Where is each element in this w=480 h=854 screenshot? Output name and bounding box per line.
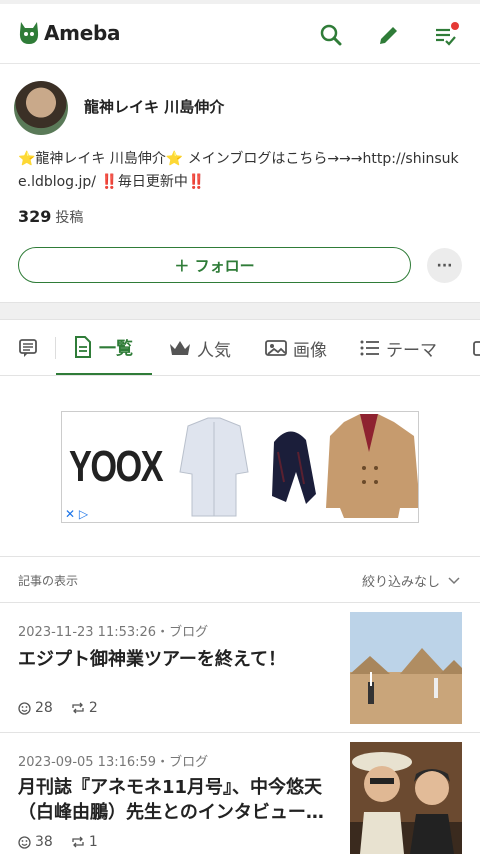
more-options-button[interactable]: ···	[427, 248, 462, 283]
tab-list-label: 一覧	[99, 339, 133, 359]
filter-dropdown[interactable]: 絞り込みなし	[362, 571, 460, 590]
avatar[interactable]	[14, 81, 68, 135]
checklist-icon[interactable]	[433, 22, 459, 48]
likes-count: 38	[35, 834, 53, 850]
post-count-unit: 投稿	[55, 210, 84, 226]
app-header: Ameba	[0, 0, 480, 64]
crown-icon	[169, 339, 191, 357]
filter-label: 記事の表示	[18, 574, 79, 588]
ameba-mascot-icon	[19, 22, 39, 44]
ad-banner[interactable]: YOOX ✕ ▷	[61, 411, 419, 523]
ad-choices-icon[interactable]: ✕ ▷	[65, 507, 88, 521]
post-stats: 28 2	[18, 700, 116, 716]
tab-images[interactable]: 画像	[265, 320, 327, 375]
post-item[interactable]: 2023-11-23 11:53:26・ブログ エジプト御神業ツアーを終えて！ …	[0, 603, 480, 733]
tab-popular[interactable]: 人気	[169, 320, 231, 375]
chevron-down-icon	[448, 576, 460, 584]
post-item[interactable]: 2023-09-05 13:16:59・ブログ 月刊誌『アネモネ11月号』、中今…	[0, 733, 480, 854]
tab-themes-label: テーマ	[386, 340, 437, 361]
tab-bar: 一覧 人気 画像 テーマ	[0, 320, 480, 376]
likes[interactable]: 28	[18, 700, 53, 716]
document-icon	[73, 335, 93, 358]
post-stats: 38 1	[18, 834, 116, 850]
ad-section: YOOX ✕ ▷	[0, 376, 480, 557]
reblogs[interactable]: 2	[71, 700, 98, 716]
message-icon	[18, 338, 38, 358]
post-meta: 2023-11-23 11:53:26・ブログ	[18, 625, 209, 640]
tab-themes[interactable]: テーマ	[360, 320, 437, 375]
tab-message[interactable]	[18, 320, 44, 375]
ameba-logo[interactable]: Ameba	[18, 20, 121, 46]
interview-photo	[350, 742, 462, 854]
list-icon	[360, 340, 380, 356]
post-count-value: 329	[18, 207, 52, 226]
post-thumbnail[interactable]	[350, 742, 462, 854]
notification-dot	[451, 22, 459, 30]
reblogs-count: 2	[88, 700, 98, 716]
filter-value: 絞り込みなし	[361, 575, 440, 590]
image-icon	[265, 339, 287, 357]
reblogs-count: 1	[88, 834, 98, 850]
tab-images-label: 画像	[293, 340, 327, 361]
reblogs[interactable]: 1	[71, 834, 98, 850]
profile-bio: ⭐龍神レイキ 川島伸介⭐ メインブログはこちら→→→http://shinsuk…	[18, 151, 459, 190]
ad-brand-logo: YOOX	[69, 442, 164, 491]
post-thumbnail[interactable]	[350, 612, 462, 724]
tab-list[interactable]: 一覧	[56, 320, 152, 375]
search-icon[interactable]	[318, 22, 344, 48]
tab-popular-label: 人気	[197, 340, 231, 361]
logo-text: Ameba	[44, 21, 121, 45]
likes-count: 28	[35, 700, 53, 716]
ad-product-images	[179, 414, 418, 518]
follow-button[interactable]: ＋ フォロー	[18, 247, 411, 283]
pencil-icon[interactable]	[376, 22, 402, 48]
pyramids-photo	[350, 612, 462, 724]
post-count: 329 投稿	[18, 207, 83, 227]
calendar-icon	[472, 339, 480, 357]
smile-icon	[18, 701, 31, 715]
tab-calendar-partial[interactable]	[472, 320, 480, 375]
profile-name[interactable]: 龍神レイキ 川島伸介	[84, 96, 224, 117]
profile-section: 龍神レイキ 川島伸介 ⭐龍神レイキ 川島伸介⭐ メインブログはこちら→→→htt…	[0, 64, 480, 301]
post-title[interactable]: 月刊誌『アネモネ11月号』、中今悠天（白峰由鵬）先生とのインタビュー…	[18, 775, 336, 825]
reblog-icon	[72, 836, 84, 848]
reblog-icon	[72, 702, 84, 714]
section-divider	[0, 302, 480, 320]
post-title[interactable]: エジプト御神業ツアーを終えて！	[18, 647, 336, 672]
post-meta: 2023-09-05 13:16:59・ブログ	[18, 755, 209, 770]
post-filter-bar: 記事の表示 絞り込みなし	[0, 557, 480, 603]
smile-icon	[18, 835, 31, 849]
likes[interactable]: 38	[18, 834, 53, 850]
